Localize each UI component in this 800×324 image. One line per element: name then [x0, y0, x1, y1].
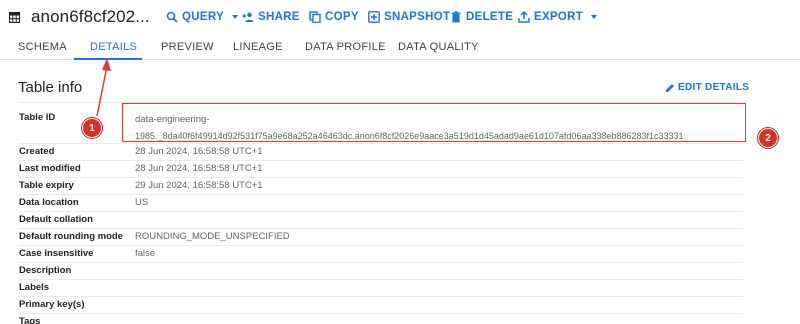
row-key: Tags: [19, 316, 41, 324]
export-icon: [518, 11, 530, 23]
row-value: 29 Jun 2024, 16:58:58 UTC+1: [135, 180, 263, 191]
chevron-down-icon: [591, 15, 598, 19]
annotation-badge-1: 1: [82, 118, 102, 138]
tab-data-quality[interactable]: DATA QUALITY: [398, 41, 479, 53]
row-key: Description: [19, 265, 72, 276]
share-button[interactable]: SHARE: [242, 11, 300, 23]
table-row: Last modified 28 Jun 2024, 16:58:58 UTC+1: [18, 161, 743, 178]
row-key: Default collation: [19, 214, 93, 225]
table-row: Created 28 Jun 2024, 16:58:58 UTC+1: [18, 144, 743, 161]
row-value: ROUNDING_MODE_UNSPECIFIED: [135, 231, 290, 242]
chevron-down-icon: [231, 15, 238, 19]
tab-details[interactable]: DETAILS: [90, 41, 137, 53]
row-key: Table ID: [19, 112, 56, 123]
page-title: anon6f8cf202...: [31, 7, 150, 26]
row-key: Last modified: [19, 163, 81, 174]
delete-button[interactable]: DELETE: [450, 11, 513, 23]
edit-details-button[interactable]: EDIT DETAILS: [665, 82, 749, 93]
row-key: Primary key(s): [19, 299, 85, 310]
search-icon: [166, 11, 178, 23]
snapshot-button[interactable]: SNAPSHOT: [368, 11, 450, 23]
snapshot-icon: [368, 11, 380, 23]
export-button[interactable]: EXPORT: [518, 11, 598, 23]
annotation-badge-2: 2: [758, 128, 778, 148]
tab-bar: SCHEMA DETAILS PREVIEW LINEAGE DATA PROF…: [0, 35, 800, 60]
table-row: Case insensitive false: [18, 246, 743, 263]
row-value: 28 Jun 2024, 16:58:58 UTC+1: [135, 146, 263, 157]
top-toolbar: anon6f8cf202... QUERY SHARE COPY SNAPSHO…: [0, 0, 800, 35]
row-key: Data location: [19, 197, 79, 208]
table-id-highlight-box: [122, 103, 746, 142]
copy-button-label: COPY: [325, 11, 359, 23]
delete-button-label: DELETE: [466, 11, 514, 23]
row-key: Created: [19, 146, 55, 157]
table-row: Description: [18, 263, 743, 280]
query-button-label: QUERY: [182, 11, 224, 23]
active-tab-indicator: [74, 58, 142, 60]
copy-icon: [309, 11, 321, 23]
row-value: US: [135, 197, 149, 208]
table-icon: [9, 12, 20, 23]
table-row: Data location US: [18, 195, 743, 212]
pencil-icon: [666, 83, 674, 92]
row-key: Case insensitive: [19, 248, 94, 259]
tab-schema[interactable]: SCHEMA: [18, 41, 67, 53]
section-title: Table info: [18, 79, 83, 96]
table-row: Primary key(s): [18, 297, 743, 314]
table-row: Default rounding mode ROUNDING_MODE_UNSPE…: [18, 229, 743, 246]
table-row: Tags: [18, 314, 743, 324]
row-key: Default rounding mode: [19, 231, 123, 242]
row-key: Labels: [19, 282, 50, 293]
tab-data-profile[interactable]: DATA PROFILE: [305, 41, 386, 53]
row-value: 28 Jun 2024, 16:58:58 UTC+1: [135, 163, 263, 174]
snapshot-button-label: SNAPSHOT: [384, 11, 451, 23]
query-button[interactable]: QUERY: [166, 11, 238, 23]
add-person-icon: [242, 12, 254, 22]
table-row: Labels: [18, 280, 743, 297]
edit-details-label: EDIT DETAILS: [678, 82, 750, 93]
share-button-label: SHARE: [258, 11, 300, 23]
export-button-label: EXPORT: [534, 11, 584, 23]
trash-icon: [451, 11, 461, 23]
table-row: Table expiry 29 Jun 2024, 16:58:58 UTC+1: [18, 178, 743, 195]
row-value: false: [135, 248, 156, 259]
tab-preview[interactable]: PREVIEW: [161, 41, 214, 53]
copy-button[interactable]: COPY: [309, 11, 359, 23]
tab-lineage[interactable]: LINEAGE: [233, 41, 283, 53]
row-key: Table expiry: [19, 180, 74, 191]
table-row: Default collation: [18, 212, 743, 229]
